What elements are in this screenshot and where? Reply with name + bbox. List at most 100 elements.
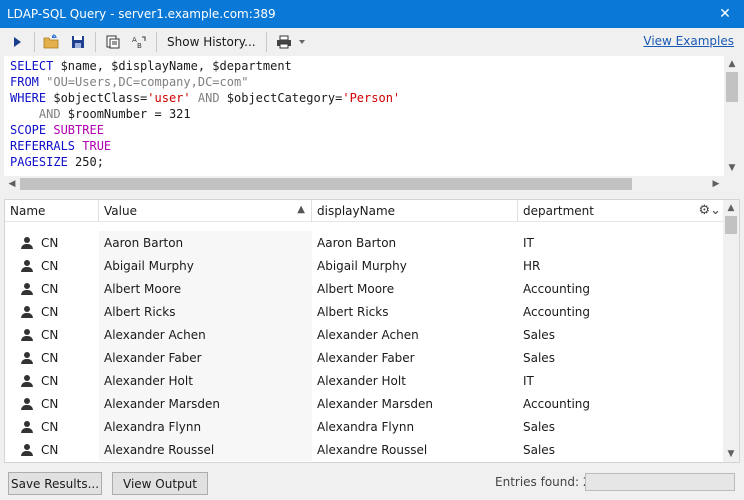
column-header-label: Value xyxy=(104,204,137,218)
table-row[interactable]: CN Aaron Barton Aaron Barton IT xyxy=(5,231,725,254)
code-line: WHERE $objectClass='user' AND $objectCat… xyxy=(10,90,400,106)
cell-department: HR xyxy=(523,258,541,273)
cell-displayname: Aaron Barton xyxy=(317,235,397,250)
column-header-value[interactable]: Value ▲ xyxy=(99,200,312,222)
column-header-name[interactable]: Name xyxy=(5,200,99,222)
cell-name: CN xyxy=(5,346,99,369)
table-row[interactable]: CN Alexandre Roussel Alexandre Roussel Sale… xyxy=(5,438,725,461)
attribute-name: CN xyxy=(41,281,59,296)
table-row[interactable]: CN Albert Ricks Albert Ricks Accounting xyxy=(5,300,725,323)
cell-value: Alexander Achen xyxy=(99,323,312,346)
cell-displayname: Alexander Achen xyxy=(317,327,419,342)
table-row[interactable]: CN Alexander Achen Alexander Achen Sales xyxy=(5,323,725,346)
show-history-button[interactable]: Show History... xyxy=(161,30,262,54)
code-token: SCOPE xyxy=(10,123,54,137)
attribute-name: CN xyxy=(41,258,59,273)
save-icon xyxy=(72,36,84,48)
cell-displayname: Alexandre Roussel xyxy=(317,442,428,457)
view-output-button[interactable]: View Output xyxy=(112,472,208,495)
cell-displayname: Albert Moore xyxy=(317,281,395,296)
cell-value: Aaron Barton xyxy=(99,231,312,254)
code-token: 'user' xyxy=(147,91,191,105)
column-header-department[interactable]: department ⚙⌄ xyxy=(518,200,725,222)
cell-displayname: Alexander Faber xyxy=(317,350,415,365)
editor-horizontal-scrollbar[interactable]: ◀ ▶ xyxy=(4,176,740,192)
table-row[interactable]: CN Alexander Holt Alexander Holt IT xyxy=(5,369,725,392)
code-token: REFERRALS xyxy=(10,139,83,153)
print-button[interactable] xyxy=(271,30,297,54)
cell-department: IT xyxy=(523,235,534,250)
toolbar: AB Show History... View Examples xyxy=(0,28,744,56)
cell-name: CN xyxy=(5,323,99,346)
attribute-name: CN xyxy=(41,396,59,411)
grid-vertical-scrollbar[interactable]: ▲ ▼ xyxy=(723,200,739,462)
status-bar: Save Results... View Output Entries foun… xyxy=(0,466,744,500)
scroll-right-icon[interactable]: ▶ xyxy=(708,176,724,192)
code-token: SELECT xyxy=(10,59,61,73)
gear-icon[interactable]: ⚙⌄ xyxy=(698,203,721,218)
cell-name: CN xyxy=(5,392,99,415)
code-line: FROM "OU=Users,DC=company,DC=com" xyxy=(10,74,400,90)
scroll-down-icon[interactable]: ▼ xyxy=(724,160,740,176)
open-button[interactable] xyxy=(39,30,65,54)
cell-displayname: Alexandra Flynn xyxy=(317,419,415,434)
cell-value: Alexander Faber xyxy=(99,346,312,369)
scroll-up-icon[interactable]: ▲ xyxy=(724,56,740,72)
code-token: WHERE xyxy=(10,91,54,105)
scroll-thumb[interactable] xyxy=(20,178,632,190)
scroll-thumb[interactable] xyxy=(725,216,737,234)
code-token: 250; xyxy=(75,155,104,169)
cell-department: Sales xyxy=(523,327,555,342)
cell-displayname: Alexander Marsden xyxy=(317,396,434,411)
toolbar-separator xyxy=(265,32,267,52)
person-icon xyxy=(21,374,33,387)
person-icon xyxy=(21,397,33,410)
save-button[interactable] xyxy=(65,30,91,54)
cell-value: Albert Ricks xyxy=(99,300,312,323)
scroll-left-icon[interactable]: ◀ xyxy=(4,176,20,192)
view-examples-link[interactable]: View Examples xyxy=(643,34,734,48)
cell-value: Albert Moore xyxy=(99,277,312,300)
editor-vertical-scrollbar[interactable]: ▲ ▼ xyxy=(724,56,740,176)
query-text[interactable]: SELECT $name, $displayName, $department F… xyxy=(10,58,400,170)
table-row[interactable]: CN Alexander Marsden Alexander Marsden Acco… xyxy=(5,392,725,415)
person-icon xyxy=(21,282,33,295)
cell-name: CN xyxy=(5,438,99,461)
cell-value: Alexander Marsden xyxy=(99,392,312,415)
table-row[interactable]: CN Abigail Murphy Abigail Murphy HR xyxy=(5,254,725,277)
code-line: SELECT $name, $displayName, $department xyxy=(10,58,400,74)
scroll-down-icon[interactable]: ▼ xyxy=(723,446,739,462)
query-editor[interactable]: SELECT $name, $displayName, $department F… xyxy=(4,56,740,192)
copy-button[interactable] xyxy=(100,30,126,54)
close-icon[interactable]: ✕ xyxy=(706,0,744,28)
attribute-name: CN xyxy=(41,327,59,342)
code-line: AND $roomNumber = 321 xyxy=(10,106,400,122)
dropdown-arrow-icon xyxy=(298,40,305,44)
code-token: $objectCategory= xyxy=(226,91,343,105)
scroll-up-icon[interactable]: ▲ xyxy=(723,200,739,216)
code-token: $objectClass= xyxy=(53,91,148,105)
format-button[interactable]: AB xyxy=(126,30,152,54)
person-icon xyxy=(21,236,33,249)
toolbar-separator xyxy=(95,32,96,52)
column-header-displayname[interactable]: displayName xyxy=(312,200,518,222)
run-query-button[interactable] xyxy=(4,30,30,54)
attribute-name: CN xyxy=(41,350,59,365)
table-row[interactable]: CN Alexandra Flynn Alexandra Flynn Sales xyxy=(5,415,725,438)
open-folder-icon xyxy=(43,34,59,49)
format-icon: AB xyxy=(132,36,146,49)
toolbar-separator xyxy=(156,32,157,52)
attribute-name: CN xyxy=(41,419,59,434)
cell-displayname: Albert Ricks xyxy=(317,304,389,319)
print-dropdown-button[interactable] xyxy=(297,30,307,54)
table-row[interactable]: CN Alexander Faber Alexander Faber Sales xyxy=(5,346,725,369)
scroll-thumb[interactable] xyxy=(726,72,738,102)
table-row[interactable]: CN Albert Moore Albert Moore Accounting xyxy=(5,277,725,300)
cell-name: CN xyxy=(5,300,99,323)
save-results-button[interactable]: Save Results... xyxy=(8,472,102,495)
cell-department: Accounting xyxy=(523,396,591,411)
results-grid: Name Value ▲ displayName department ⚙⌄ C… xyxy=(4,199,740,463)
cell-name: CN xyxy=(5,369,99,392)
progress-bar xyxy=(585,473,735,491)
cell-department: Sales xyxy=(523,442,555,457)
